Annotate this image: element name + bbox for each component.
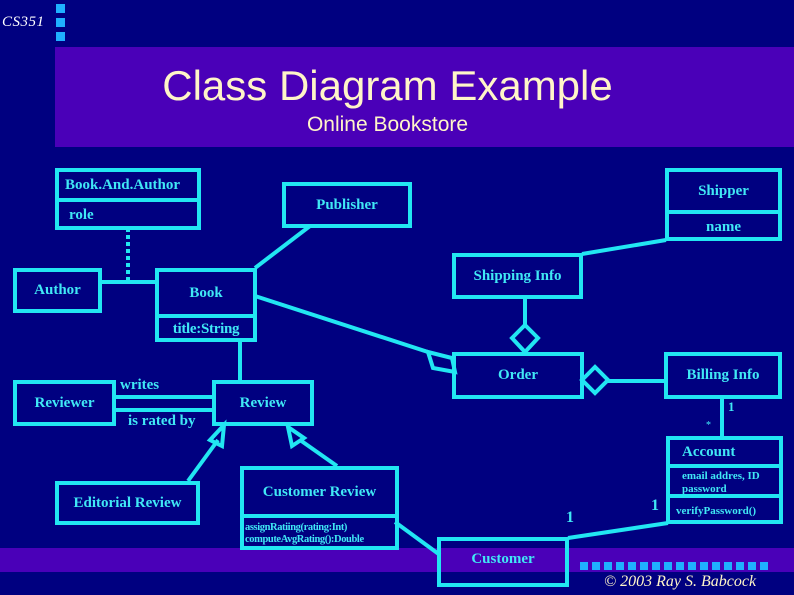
class-name: Review [239,394,287,411]
class-name: Billing Info [686,367,760,383]
generalization-arrow-icon [206,419,227,450]
multiplicity-many: * [706,420,711,431]
editorial-generalization-line [186,438,220,483]
bullet-square-icon [724,562,732,570]
aggregation-diamond-icon [579,364,611,396]
bullet-square-icon [604,562,612,570]
attribute: email addres, ID [682,470,760,482]
copyright-footer: © 2003 Ray S. Babcock [604,573,757,590]
class-book-and-author[interactable]: Book.And.Author role [55,168,201,230]
class-editorial-review[interactable]: Editorial Review [55,481,200,525]
class-name: Publisher [316,196,378,213]
class-customer-review[interactable]: Customer Review assignRatiing(rating:Int… [240,466,399,550]
bullet-square-icon [592,562,600,570]
class-order[interactable]: Order [452,352,584,399]
class-shipper[interactable]: Shipper name [665,168,782,241]
footer-bullets [580,562,768,570]
class-attributes: title:String [159,314,253,340]
customer-account-line [567,521,669,540]
class-name: Customer Review [262,483,377,500]
class-author[interactable]: Author [13,268,102,313]
is-rated-by-label: is rated by [128,413,196,429]
class-name: Customer [471,550,535,567]
class-name: Account [682,443,736,460]
class-name: Reviewer [34,394,95,411]
aggregation-diamond-icon [509,322,541,355]
class-name: Author [34,282,81,298]
book-order-line [254,294,429,354]
class-methods: assignRatiing(rating:Int) computeAvgRati… [244,514,395,546]
class-name: Order [498,367,538,383]
bullet-square-icon [712,562,720,570]
bullet-square-icon [688,562,696,570]
class-book[interactable]: Book title:String [155,268,257,342]
bullet-square-icon [748,562,756,570]
class-methods: verifyPassword() [670,494,779,524]
method: computeAvgRating():Double [245,534,364,545]
bullet-square-icon [616,562,624,570]
class-reviewer[interactable]: Reviewer [13,380,116,426]
class-shipping-info[interactable]: Shipping Info [452,253,583,299]
multiplicity-one: 1 [566,509,574,526]
customerreview-customer-line [393,520,442,557]
bullet-square-icon [628,562,636,570]
bullet-square-icon [580,562,588,570]
class-customer[interactable]: Customer [437,537,569,587]
multiplicity-one: 1 [651,497,659,514]
class-name: Shipper [698,182,749,199]
aggregation-diamond-icon [425,349,458,375]
bullet-square-icon [700,562,708,570]
class-name: Book.And.Author [65,176,181,193]
bullet-square-icon [676,562,684,570]
bullet-square-icon [760,562,768,570]
bullet-square-icon [736,562,744,570]
class-attributes: role [59,198,197,228]
class-publisher[interactable]: Publisher [282,182,412,228]
bullet-square-icon [652,562,660,570]
class-review[interactable]: Review [212,380,314,426]
bullet-square-icon [640,562,648,570]
class-name: Shipping Info [473,267,562,284]
customer-review-generalization-line [298,438,339,468]
class-account[interactable]: Account email addres, ID password verify… [666,436,783,524]
class-billing-info[interactable]: Billing Info [664,352,782,399]
writes-label: writes [120,377,160,393]
multiplicity-one: 1 [728,399,735,414]
class-attributes: email addres, ID password [670,464,779,495]
method: assignRatiing(rating:Int) [245,522,348,533]
class-attributes: name [669,210,778,241]
bullet-square-icon [664,562,672,570]
book-publisher-line [253,224,312,270]
class-name: Editorial Review [73,494,182,511]
shippinginfo-shipper-line [581,238,667,256]
class-name: Book [189,284,223,301]
